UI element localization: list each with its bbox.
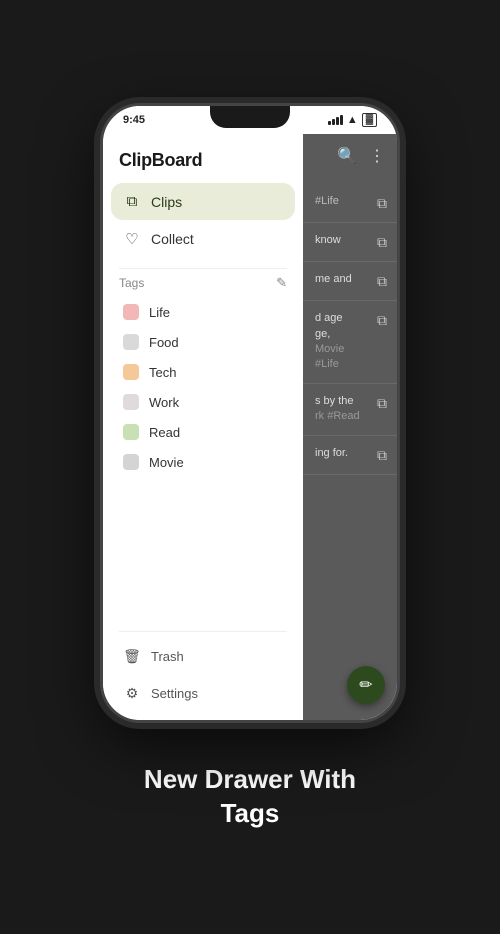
tags-section-label: Tags	[119, 276, 144, 290]
drawer-header: ClipBoard	[103, 134, 303, 183]
footer-item-trash[interactable]: 🗑 Trash	[111, 638, 295, 675]
settings-icon: ⚙	[123, 685, 141, 702]
clips-icon: ⧉	[123, 193, 141, 210]
clip-item-1: #Life ⧉	[303, 184, 397, 223]
settings-label: Settings	[151, 686, 198, 701]
clip-text-6: ing for.	[315, 446, 371, 461]
phone-mockup: 9:45 ▲ ▓ ClipBoard	[100, 103, 400, 723]
clip-item-6: ing for. ⧉	[303, 436, 397, 475]
footer-item-settings[interactable]: ⚙ Settings	[111, 675, 295, 712]
phone-content: ClipBoard ⧉ Clips ♡ Collect	[103, 134, 397, 720]
clips-label: Clips	[151, 194, 182, 210]
copy-icon-3[interactable]: ⧉	[377, 273, 387, 290]
wifi-icon: ▲	[347, 114, 358, 126]
clip-item-3: me and ⧉	[303, 262, 397, 301]
clip-item-2: know ⧉	[303, 223, 397, 262]
clip-item-5: s by therk #Read ⧉	[303, 384, 397, 436]
collect-label: Collect	[151, 231, 194, 247]
copy-icon-2[interactable]: ⧉	[377, 234, 387, 251]
tag-item-food[interactable]: Food	[119, 327, 287, 357]
tag-item-tech[interactable]: Tech	[119, 357, 287, 387]
heart-icon: ♡	[123, 230, 141, 248]
tag-item-movie[interactable]: Movie	[119, 447, 287, 477]
tag-dot-read	[123, 424, 139, 440]
tag-label-life: Life	[149, 305, 170, 320]
trash-label: Trash	[151, 649, 184, 664]
copy-icon-5[interactable]: ⧉	[377, 395, 387, 412]
clip-text-5: s by therk #Read	[315, 394, 371, 425]
clip-list: #Life ⧉ know ⧉ me and ⧉ d agege,Movie #L…	[303, 178, 397, 480]
nav-item-collect[interactable]: ♡ Collect	[111, 220, 295, 258]
tag-label-work: Work	[149, 395, 179, 410]
drawer-footer: 🗑 Trash ⚙ Settings	[103, 638, 303, 712]
trash-icon: 🗑	[123, 648, 141, 665]
phone-notch	[210, 106, 290, 128]
tags-edit-icon[interactable]: ✎	[276, 275, 287, 291]
drawer-panel: ClipBoard ⧉ Clips ♡ Collect	[103, 134, 303, 720]
bottom-caption: New Drawer WithTags	[144, 763, 356, 831]
clip-text-2: know	[315, 233, 371, 248]
nav-items: ⧉ Clips ♡ Collect	[103, 183, 303, 258]
fab-button[interactable]: ✏	[347, 666, 385, 704]
tag-dot-tech	[123, 364, 139, 380]
phone-shell: 9:45 ▲ ▓ ClipBoard	[100, 103, 400, 723]
tag-label-movie: Movie	[149, 455, 184, 470]
more-icon[interactable]: ⋮	[369, 146, 385, 166]
copy-icon-1[interactable]: ⧉	[377, 195, 387, 212]
tag-dot-movie	[123, 454, 139, 470]
clip-text-4: d agege,Movie #Life	[315, 311, 371, 373]
tag-item-read[interactable]: Read	[119, 417, 287, 447]
divider-2	[119, 631, 287, 632]
tag-label-food: Food	[149, 335, 179, 350]
clip-text-3: me and	[315, 272, 371, 287]
clip-tag-1: #Life	[315, 195, 339, 207]
battery-icon: ▓	[362, 113, 377, 127]
search-icon[interactable]: 🔍	[337, 146, 357, 166]
tag-dot-work	[123, 394, 139, 410]
tag-label-read: Read	[149, 425, 180, 440]
tag-item-work[interactable]: Work	[119, 387, 287, 417]
tags-header: Tags ✎	[119, 275, 287, 291]
status-time: 9:45	[123, 114, 145, 126]
tag-dot-food	[123, 334, 139, 350]
content-toolbar: 🔍 ⋮	[303, 134, 397, 178]
content-panel: 🔍 ⋮ #Life ⧉ know ⧉ me an	[303, 134, 397, 720]
tag-item-life[interactable]: Life	[119, 297, 287, 327]
status-right: ▲ ▓	[328, 113, 377, 127]
copy-icon-4[interactable]: ⧉	[377, 312, 387, 329]
divider-1	[119, 268, 287, 269]
clip-item-4: d agege,Movie #Life ⧉	[303, 301, 397, 384]
app-title: ClipBoard	[119, 150, 202, 170]
tag-dot-life	[123, 304, 139, 320]
edit-icon: ✏	[359, 675, 372, 695]
signal-icon	[328, 115, 343, 125]
tags-section: Tags ✎ Life Food	[103, 275, 303, 625]
nav-item-clips[interactable]: ⧉ Clips	[111, 183, 295, 220]
clip-text-1: #Life	[315, 194, 371, 209]
tag-label-tech: Tech	[149, 365, 176, 380]
copy-icon-6[interactable]: ⧉	[377, 447, 387, 464]
